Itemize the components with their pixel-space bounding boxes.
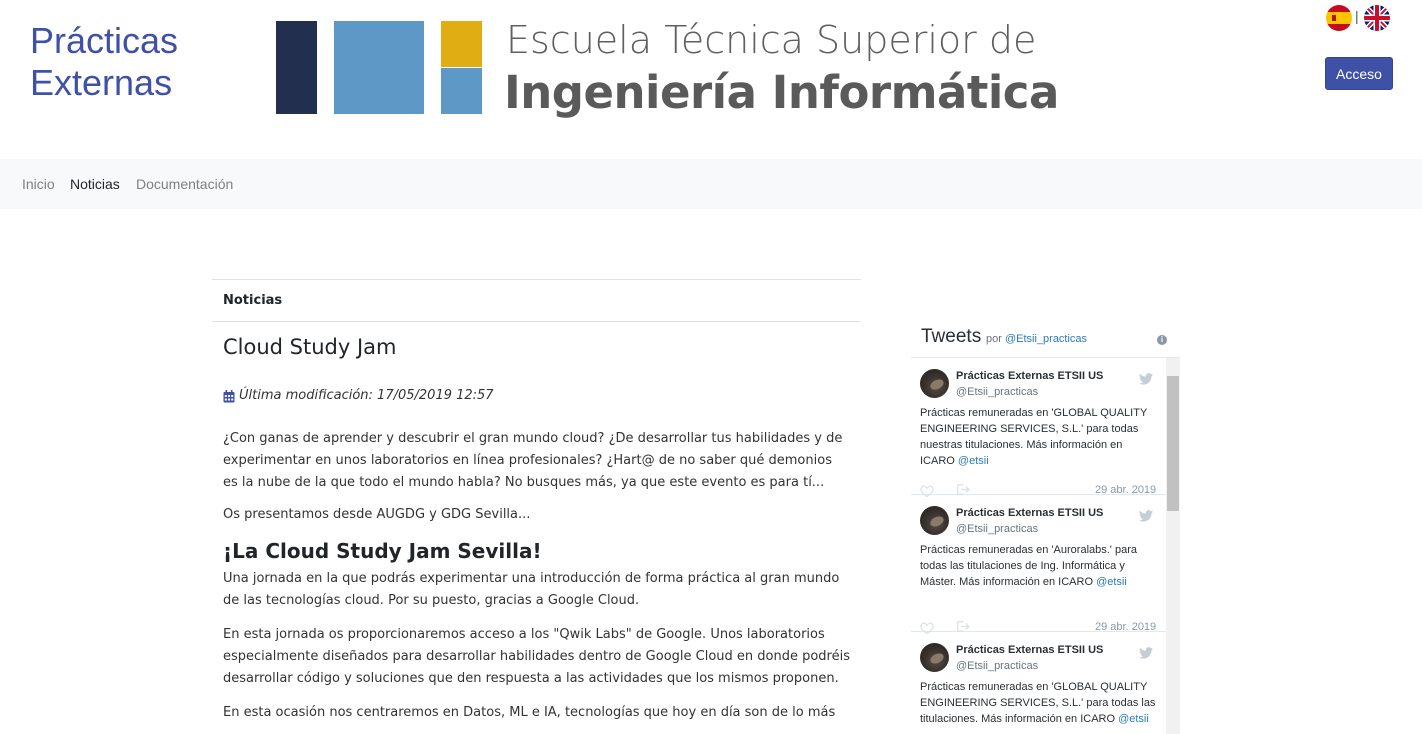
calendar-icon bbox=[223, 389, 235, 403]
tweet-mention-link[interactable]: @etsii bbox=[958, 455, 989, 467]
info-icon[interactable]: i bbox=[1157, 335, 1167, 345]
twitter-bird-icon[interactable] bbox=[1139, 644, 1153, 659]
article-paragraph: Una jornada en la que podrás experimenta… bbox=[223, 571, 840, 608]
twitter-bird-icon[interactable] bbox=[1139, 507, 1153, 522]
avatar[interactable] bbox=[920, 506, 949, 535]
avatar[interactable] bbox=[920, 369, 949, 398]
tweet-mention-link[interactable]: @etsii bbox=[1096, 576, 1127, 588]
logo-blue-block bbox=[334, 21, 424, 114]
tweet-text: Prácticas remuneradas en 'GLOBAL QUALITY… bbox=[920, 405, 1156, 469]
tweet-author-handle[interactable]: @Etsii_practicas bbox=[956, 660, 1038, 672]
logo-text-line2: Ingeniería Informática bbox=[504, 66, 1059, 119]
logo-yellow-block bbox=[441, 21, 482, 67]
uk-flag-icon[interactable] bbox=[1364, 5, 1390, 31]
tweet-item[interactable]: Prácticas Externas ETSII US @Etsii_pract… bbox=[911, 632, 1166, 734]
logo-blue-small-block bbox=[441, 68, 482, 114]
article-title: Cloud Study Jam bbox=[223, 335, 397, 359]
tweet-author-name[interactable]: Prácticas Externas ETSII US bbox=[956, 507, 1103, 519]
nav-item-noticias[interactable]: Noticias bbox=[70, 176, 120, 192]
spain-flag-icon[interactable] bbox=[1326, 5, 1352, 31]
feed-scrollbar-thumb[interactable] bbox=[1167, 376, 1179, 511]
timeline-title: Tweets bbox=[921, 326, 982, 347]
article-paragraph: ¿Con ganas de aprender y descubrir el gr… bbox=[223, 431, 843, 490]
login-button[interactable]: Acceso bbox=[1325, 57, 1393, 90]
school-logo: Escuela Técnica Superior de Ingeniería I… bbox=[276, 18, 1106, 133]
tweet-text: Prácticas remuneradas en 'GLOBAL QUALITY… bbox=[920, 679, 1156, 727]
heart-icon[interactable] bbox=[920, 619, 934, 635]
heart-icon[interactable] bbox=[920, 482, 934, 498]
news-section: Noticias Cloud Study Jam Última modifica… bbox=[212, 279, 861, 724]
site-title-line2: Externas bbox=[30, 62, 173, 103]
last-modified: Última modificación: 17/05/2019 12:57 bbox=[223, 387, 850, 405]
nav-item-inicio[interactable]: Inicio bbox=[22, 176, 55, 192]
share-icon[interactable] bbox=[956, 618, 970, 632]
tweet-author-handle[interactable]: @Etsii_practicas bbox=[956, 523, 1038, 535]
tweet-feed[interactable]: Prácticas Externas ETSII US @Etsii_pract… bbox=[911, 357, 1180, 734]
twitter-bird-icon[interactable] bbox=[1139, 370, 1153, 385]
timeline-by-prefix: por bbox=[986, 333, 1002, 345]
avatar[interactable] bbox=[920, 643, 949, 672]
tweet-text-body: Prácticas remuneradas en 'GLOBAL QUALITY… bbox=[920, 407, 1148, 467]
last-modified-text: Última modificación: 17/05/2019 12:57 bbox=[239, 388, 494, 403]
tweet-item[interactable]: Prácticas Externas ETSII US @Etsii_pract… bbox=[911, 495, 1166, 635]
article-heading: ¡La Cloud Study Jam Sevilla! bbox=[223, 539, 542, 563]
article-paragraph: En esta ocasión nos centraremos en Datos… bbox=[223, 705, 836, 720]
tweet-author-handle[interactable]: @Etsii_practicas bbox=[956, 386, 1038, 398]
section-title: Noticias bbox=[212, 279, 861, 322]
language-separator: | bbox=[1355, 8, 1359, 24]
main-navbar: Inicio Noticias Documentación bbox=[0, 159, 1422, 209]
nav-item-documentacion[interactable]: Documentación bbox=[136, 176, 233, 192]
tweet-author-name[interactable]: Prácticas Externas ETSII US bbox=[956, 370, 1103, 382]
timeline-by: por @Etsii_practicas bbox=[986, 333, 1087, 345]
tweet-text: Prácticas remuneradas en 'Auroralabs.' p… bbox=[920, 542, 1156, 590]
timeline-header: Tweets por @Etsii_practicas i bbox=[911, 326, 1180, 357]
logo-dark-block bbox=[276, 21, 317, 114]
share-icon[interactable] bbox=[956, 481, 970, 495]
tweet-author-name[interactable]: Prácticas Externas ETSII US bbox=[956, 644, 1103, 656]
twitter-timeline: Tweets por @Etsii_practicas i Prácticas … bbox=[911, 326, 1180, 734]
tweet-mention-link[interactable]: @etsii bbox=[1118, 713, 1149, 725]
tweet-item[interactable]: Prácticas Externas ETSII US @Etsii_pract… bbox=[911, 358, 1166, 498]
news-article: Cloud Study Jam Última modificación: 17/… bbox=[212, 334, 861, 724]
timeline-handle-link[interactable]: @Etsii_practicas bbox=[1005, 333, 1087, 345]
site-title[interactable]: Prácticas Externas bbox=[30, 20, 178, 104]
site-title-line1: Prácticas bbox=[30, 20, 179, 61]
article-paragraph: En esta jornada os proporcionaremos acce… bbox=[223, 627, 851, 686]
logo-text-line1: Escuela Técnica Superior de bbox=[506, 18, 1037, 62]
article-paragraph: Os presentamos desde AUGDG y GDG Sevilla… bbox=[223, 507, 531, 522]
